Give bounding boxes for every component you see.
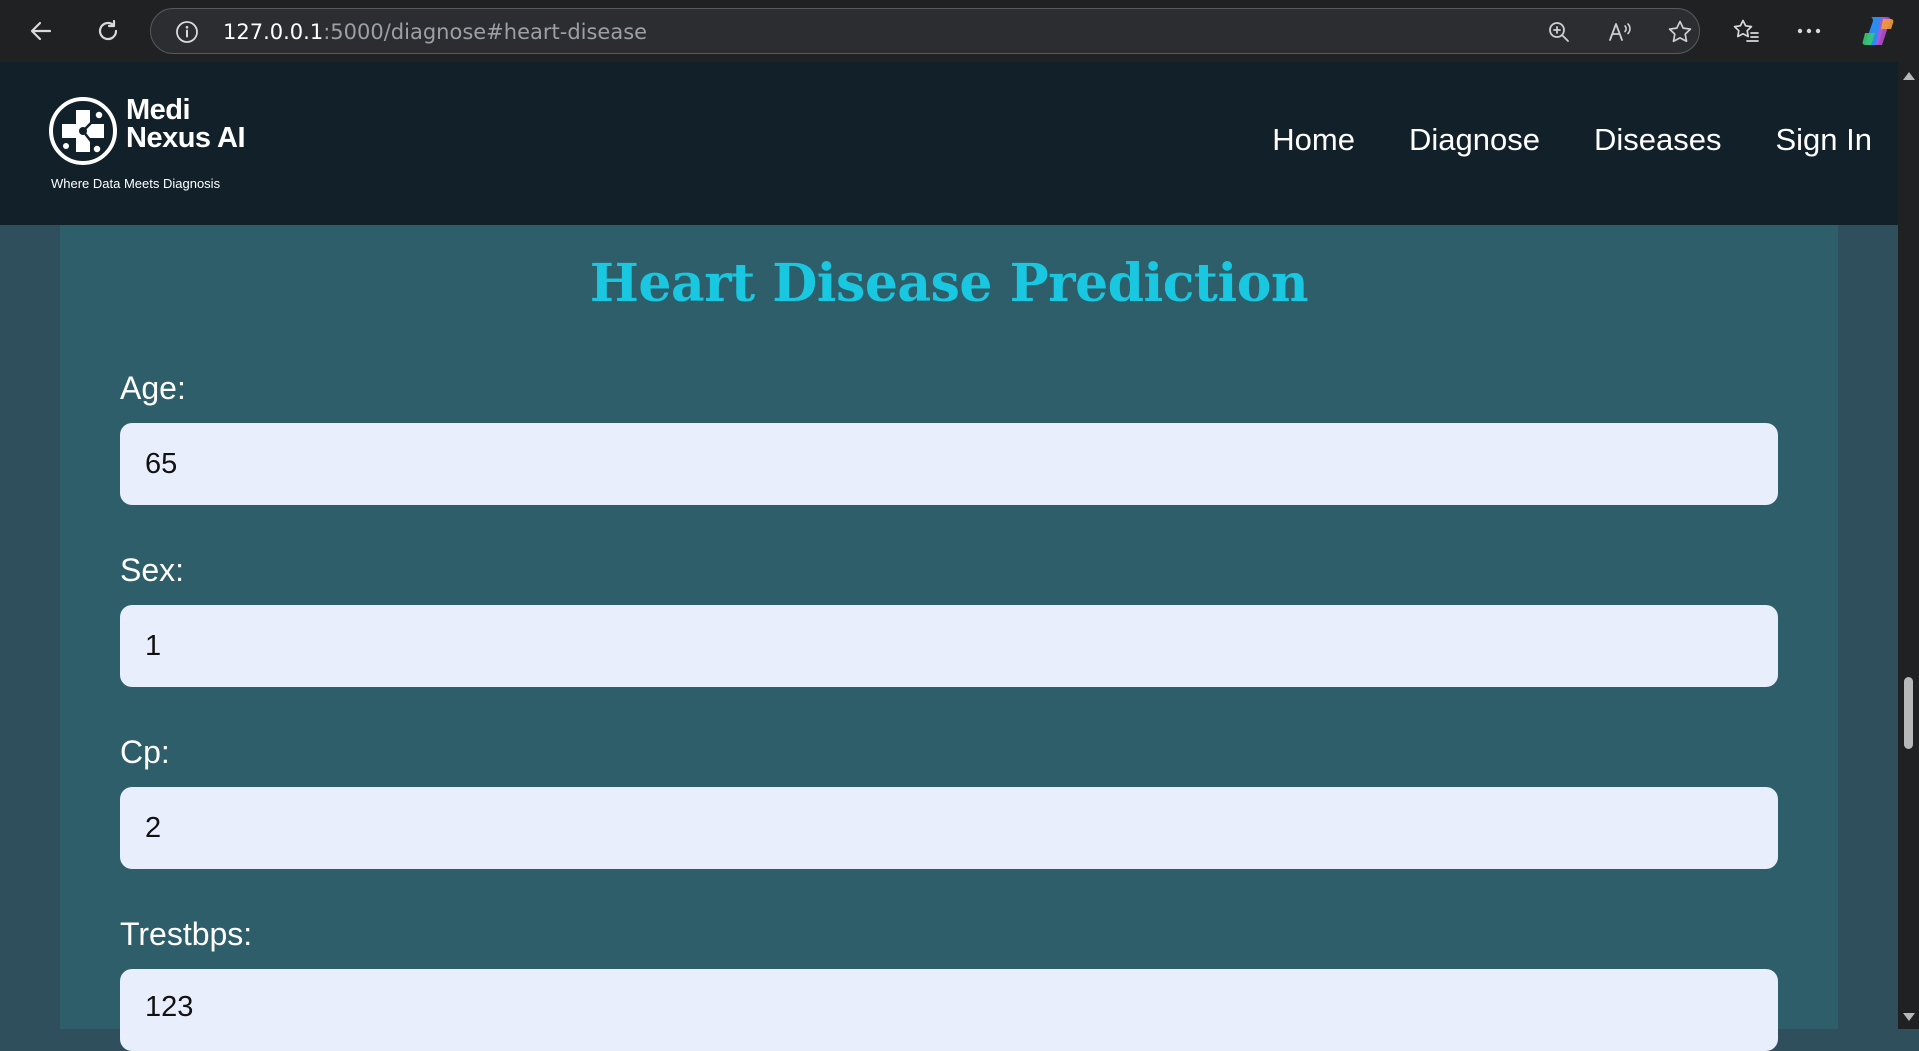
prediction-form-panel: Heart Disease Prediction Age: 65 Sex: 1 … (60, 225, 1838, 1051)
logo-tagline: Where Data Meets Diagnosis (51, 176, 221, 191)
favorite-star-icon[interactable] (1666, 18, 1694, 46)
sex-label: Sex: (120, 552, 185, 588)
age-label: Age: (120, 370, 186, 406)
scrollbar-thumb[interactable] (1904, 677, 1913, 749)
trestbps-input[interactable]: 123 (120, 969, 1778, 1051)
back-icon[interactable] (22, 12, 60, 50)
site-info-icon[interactable] (175, 20, 199, 49)
logo-medical-cross-icon (48, 96, 118, 166)
scroll-up-arrow-icon[interactable] (1903, 72, 1915, 80)
read-aloud-icon[interactable] (1606, 18, 1634, 46)
url-path: :5000/diagnose#heart-disease (323, 20, 648, 44)
refresh-icon[interactable] (89, 12, 127, 50)
nav-diseases[interactable]: Diseases (1594, 122, 1722, 158)
address-bar[interactable]: 127.0.0.1:5000/diagnose#heart-disease (150, 8, 1700, 54)
nav-diagnose[interactable]: Diagnose (1409, 122, 1540, 158)
site-header: Medi Nexus AI Where Data Meets Diagnosis… (0, 62, 1898, 225)
more-options-icon[interactable] (1790, 12, 1828, 50)
url-text[interactable]: 127.0.0.1:5000/diagnose#heart-disease (223, 20, 647, 44)
trestbps-label: Trestbps: (120, 916, 253, 952)
age-input[interactable]: 65 (120, 423, 1778, 505)
scroll-down-arrow-icon[interactable] (1903, 1013, 1915, 1021)
copilot-icon[interactable] (1859, 12, 1897, 50)
nav-home[interactable]: Home (1272, 122, 1355, 158)
cp-label: Cp: (120, 734, 170, 770)
sex-input[interactable]: 1 (120, 605, 1778, 687)
page-scrollbar[interactable] (1898, 62, 1919, 1029)
browser-toolbar: 127.0.0.1:5000/diagnose#heart-disease (0, 0, 1919, 63)
favorites-icon[interactable] (1727, 12, 1765, 50)
form-title: Heart Disease Prediction (589, 253, 1309, 314)
zoom-icon[interactable] (1545, 18, 1573, 46)
logo-line2: Nexus AI (126, 122, 246, 154)
logo-line1: Medi (126, 94, 191, 126)
url-host: 127.0.0.1 (223, 20, 324, 44)
logo-text: Medi Nexus AI (126, 94, 246, 154)
main-nav: Home Diagnose Diseases Sign In (1272, 122, 1872, 158)
cp-input[interactable]: 2 (120, 787, 1778, 869)
nav-sign-in[interactable]: Sign In (1775, 122, 1872, 158)
